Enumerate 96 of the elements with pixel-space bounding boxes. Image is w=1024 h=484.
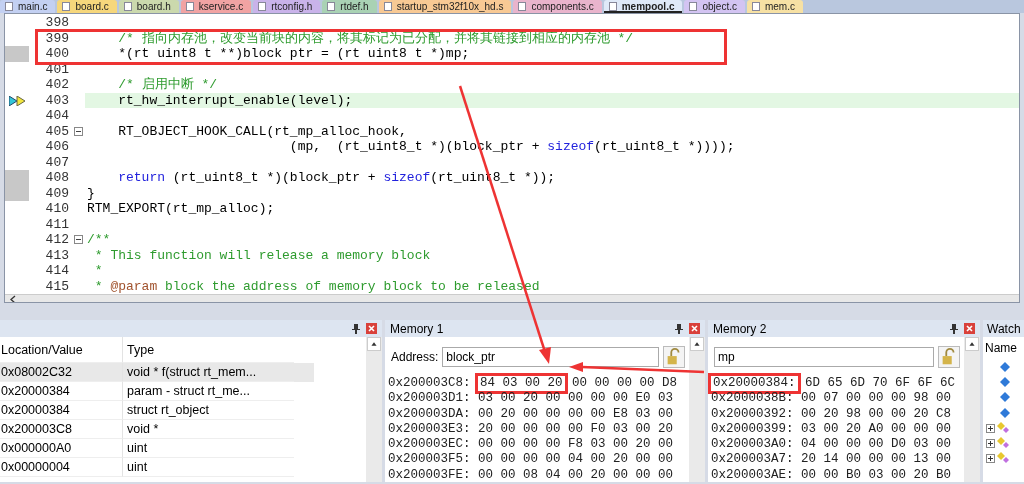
memory-bytes: 84 03 00 20	[478, 376, 565, 392]
file-tab[interactable]: rtconfig.h	[253, 0, 321, 13]
memory-bytes: 20 14 00 00 00 13 00	[801, 452, 952, 468]
table-cell: 0x08002C32	[0, 363, 122, 382]
pin-icon[interactable]	[352, 323, 360, 334]
column-header[interactable]: Name	[985, 341, 1022, 359]
expand-icon[interactable]	[985, 421, 997, 434]
struct-icon	[997, 421, 1009, 434]
memory-bytes: 00 07 00 00 00 98 00	[801, 391, 952, 407]
diamond-icon	[999, 406, 1011, 419]
scrollbar[interactable]	[964, 337, 980, 482]
memory-bytes: 00 00 B0 03 00 20 B0	[801, 467, 952, 482]
address-field[interactable]: mp	[714, 347, 934, 367]
memory-bytes: 20 00 00 00 00 F0 03 00 20	[478, 421, 674, 438]
scroll-left-icon[interactable]	[9, 295, 17, 302]
memory-bytes: 6D 65 6D 70 6F 6F 6C	[805, 376, 956, 392]
memory-address: 0x20000384:	[711, 376, 798, 392]
code-line: RTM_EXPORT(rt_mp_alloc);	[86, 201, 276, 217]
close-icon[interactable]	[366, 323, 377, 334]
horizontal-scrollbar[interactable]	[5, 294, 1019, 302]
memory-bytes: 00 00 00 00 F8 03 00 20 00	[478, 437, 674, 453]
code-line: /* 启用中断 */	[117, 77, 218, 93]
table-cell: void * f(struct rt_mem...	[122, 363, 294, 382]
padlock-icon[interactable]	[663, 346, 685, 368]
panel-title: Memory 2	[713, 321, 768, 336]
scrollbar[interactable]	[689, 337, 705, 482]
code-line: /* 指向内存池，改变当前块的内容，将其标记为已分配，并将其链接到相应的内存池 */	[117, 30, 634, 46]
table-cell: struct rt_object	[122, 401, 294, 420]
table-cell: uint	[122, 439, 294, 458]
collapse-icon[interactable]	[74, 126, 83, 136]
memory-bytes: 03 00 20 A0 00 00 00	[801, 421, 952, 438]
padlock-icon[interactable]	[938, 346, 960, 368]
memory-address: 0x20000399:	[711, 421, 794, 438]
memory-address: 0x200003EC:	[388, 437, 471, 453]
struct-icon	[997, 452, 1009, 465]
memory-address: 0x200003D1:	[388, 391, 471, 407]
memory-address: 0x200003AE:	[711, 467, 794, 482]
close-icon[interactable]	[689, 323, 700, 334]
panel-title: Memory 1	[390, 321, 445, 336]
file-tab[interactable]: components.c	[513, 0, 602, 13]
file-tab[interactable]: mempool.c	[603, 0, 683, 13]
memory-address: 0x2000038B:	[711, 391, 794, 407]
memory-address: 0x200003C8:	[388, 376, 471, 392]
code-line: *(rt uint8 t **)block ptr = (rt uint8 t *)mp;	[117, 46, 471, 62]
code-line: /**	[86, 232, 112, 248]
memory-bytes: 00 20 00 00 00 00 E8 03 00	[478, 406, 674, 422]
file-tab[interactable]: kservice.c	[180, 0, 252, 13]
table-cell: uint	[122, 458, 294, 477]
table-cell: 0x000000A0	[0, 439, 122, 458]
expand-icon[interactable]	[985, 437, 997, 450]
memory-bytes: 03 00 20 00 00 00 00 E0 03	[478, 391, 674, 407]
memory-bytes: 00 00 08 04 00 20 00 00 00	[478, 467, 674, 482]
table-cell: 0x200003C8	[0, 420, 122, 439]
collapse-icon[interactable]	[74, 235, 83, 244]
diamond-icon	[999, 360, 1011, 373]
memory-address: 0x200003A7:	[711, 452, 794, 468]
pin-icon[interactable]	[950, 323, 958, 334]
panel-title: Watch	[986, 321, 1022, 336]
memory-bytes: 04 00 00 00 D0 03 00	[801, 437, 952, 453]
file-tab[interactable]: main.c	[0, 0, 56, 13]
memory-address: 0x200003F5:	[388, 452, 471, 468]
address-label: Address:	[391, 350, 439, 364]
memory-bytes: 00 20 98 00 00 20 C8	[801, 406, 952, 422]
file-tab[interactable]: board.c	[57, 0, 117, 13]
table-cell: void *	[122, 420, 294, 439]
file-tab[interactable]: board.h	[118, 0, 179, 13]
scroll-up-icon[interactable]	[367, 337, 381, 351]
code-line: *	[93, 263, 104, 279]
code-line: RT_OBJECT_HOOK_CALL(rt_mp_alloc_hook,	[117, 123, 408, 139]
pin-icon[interactable]	[675, 323, 683, 334]
memory-bytes: 00 00 00 00 D8	[572, 376, 678, 392]
expand-icon[interactable]	[985, 452, 997, 465]
table-cell: 0x20000384	[0, 382, 122, 401]
scrollbar[interactable]	[366, 337, 382, 482]
table-cell: 0x00000004	[0, 458, 122, 477]
close-icon[interactable]	[964, 323, 975, 334]
scroll-up-icon[interactable]	[965, 337, 979, 351]
code-line: }	[86, 185, 96, 201]
file-tab[interactable]: object.c	[684, 0, 745, 13]
table-cell: param - struct rt_me...	[122, 382, 294, 401]
memory-bytes: 00 00 00 00 04 00 20 00 00	[478, 452, 674, 468]
memory-address: 0x200003FE:	[388, 467, 471, 482]
memory-address: 0x20000392:	[711, 406, 794, 422]
diamond-icon	[999, 375, 1011, 388]
memory-address: 0x200003E3:	[388, 421, 471, 438]
code-line: * This function will release a memory block	[93, 247, 432, 263]
memory-address: 0x200003DA:	[388, 406, 471, 422]
table-cell: 0x20000384	[0, 401, 122, 420]
file-tab[interactable]: mem.c	[746, 0, 803, 13]
diamond-icon	[999, 391, 1011, 404]
file-tab[interactable]: rtdef.h	[322, 0, 377, 13]
file-tab[interactable]: startup_stm32f10x_hd.s	[378, 0, 512, 13]
scroll-up-icon[interactable]	[690, 337, 704, 351]
struct-icon	[997, 437, 1009, 450]
address-field[interactable]: block_ptr	[442, 347, 659, 367]
memory-address: 0x200003A0:	[711, 437, 794, 453]
